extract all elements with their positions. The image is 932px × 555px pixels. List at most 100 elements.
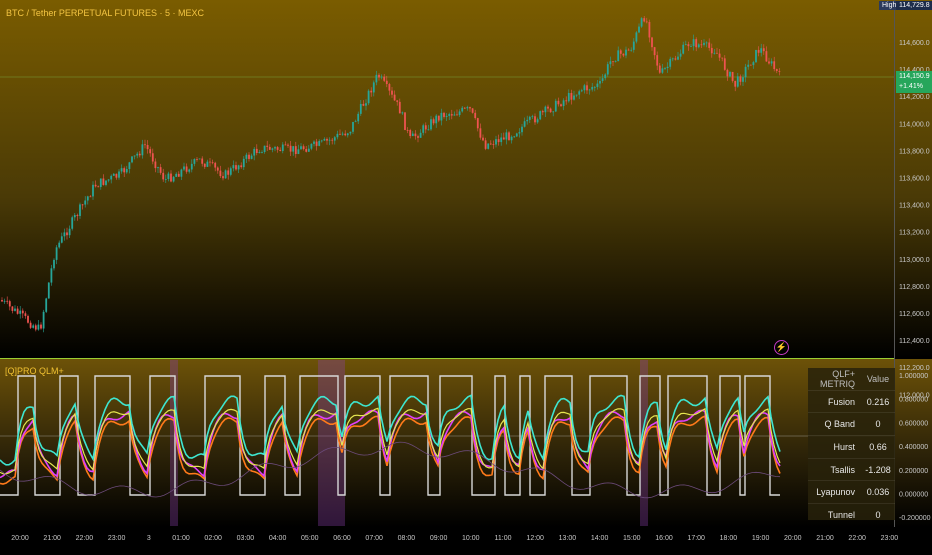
price-tick: 113,400.0: [899, 203, 930, 210]
candle-body: [643, 18, 646, 22]
candle-body: [284, 144, 287, 146]
candle-body: [588, 89, 591, 91]
chart-stage[interactable]: 114,600.0114,400.0114,200.0114,000.0113,…: [0, 0, 932, 550]
candle-body: [172, 176, 175, 182]
time-tick: 05:00: [301, 535, 319, 542]
indicator-tick: -0.200000: [899, 515, 931, 522]
metric-value: 0.66: [869, 441, 887, 452]
candle-body: [645, 21, 648, 23]
candle-body: [34, 325, 37, 330]
candle-body: [536, 119, 539, 123]
candle-body: [201, 158, 204, 164]
indicator-label[interactable]: [Q]PRO QLM+: [5, 366, 64, 376]
candle-body: [466, 107, 469, 109]
candle-body: [302, 146, 305, 150]
candle-body: [326, 138, 328, 141]
candle-body: [575, 94, 578, 96]
candle-body: [393, 94, 396, 101]
time-tick: 20:00: [11, 535, 29, 542]
candle-body: [110, 175, 113, 180]
metrics-table: QLF+ METRIQ Value Fusion 0.216 Q Band 0 Hu…: [808, 368, 895, 520]
high-value: 114,729.8: [896, 1, 932, 10]
candle-body: [11, 306, 14, 311]
candle-body: [115, 173, 118, 178]
candle-body: [710, 47, 713, 54]
candle-body: [391, 90, 393, 95]
candle-body: [437, 115, 440, 121]
candle-body: [526, 119, 529, 122]
time-tick: 15:00: [623, 535, 641, 542]
candle-body: [162, 172, 165, 180]
candle-body: [177, 173, 180, 177]
candle-body: [372, 82, 375, 93]
candle-body: [313, 141, 315, 144]
candle-body: [341, 133, 344, 135]
candle-body: [703, 42, 705, 45]
candle-body: [224, 170, 227, 179]
candle-body: [440, 112, 443, 121]
candle-body: [445, 115, 448, 117]
candle-body: [227, 170, 230, 175]
candle-body: [474, 112, 477, 119]
candle-body: [508, 132, 510, 141]
time-tick: 13:00: [559, 535, 577, 542]
candle-body: [131, 156, 133, 163]
candle-body: [497, 139, 500, 143]
candle-body: [8, 301, 11, 307]
candle-body: [664, 68, 666, 69]
candle-body: [510, 136, 513, 141]
candle-body: [81, 204, 84, 206]
candle-body: [723, 58, 726, 70]
candle-body: [16, 308, 19, 314]
candle-body: [456, 114, 458, 116]
candle-body: [242, 158, 245, 168]
candle-body: [731, 71, 734, 81]
candle-body: [619, 50, 622, 54]
candle-body: [755, 49, 757, 63]
candle-body: [549, 108, 552, 113]
candle-body: [544, 106, 547, 113]
candle-body: [534, 116, 536, 123]
candle-body: [432, 119, 435, 124]
candle-body: [742, 77, 744, 82]
candle-body: [612, 61, 614, 63]
metrics-row: Tunnel 0: [808, 504, 895, 526]
candle-body: [149, 149, 152, 154]
candle-body: [513, 136, 516, 138]
candle-body: [255, 148, 258, 154]
candle-body: [133, 155, 136, 157]
candle-body: [170, 173, 172, 182]
indicator-tick: 0.000000: [899, 492, 928, 499]
candle-body: [404, 112, 406, 130]
chart-title[interactable]: BTC / Tether PERPETUAL FUTURES · 5 · MEX…: [6, 8, 204, 18]
candle-body: [344, 133, 347, 136]
price-tick: 113,600.0: [899, 176, 930, 183]
metric-label: Q Band: [824, 419, 855, 430]
candle-body: [274, 147, 276, 149]
candle-body: [604, 74, 607, 79]
time-tick: 02:00: [204, 535, 222, 542]
candle-body: [744, 66, 747, 78]
chart-canvas[interactable]: 114,600.0114,400.0114,200.0114,000.0113,…: [0, 0, 932, 550]
candle-body: [266, 145, 269, 147]
candle-body: [718, 53, 721, 58]
candle-body: [193, 159, 196, 164]
candle-body: [638, 26, 640, 33]
candle-body: [539, 111, 542, 120]
candle-body: [430, 119, 432, 130]
candle-body: [775, 69, 778, 72]
candle-body: [752, 62, 755, 66]
candle-body: [27, 315, 29, 323]
candle-body: [68, 228, 71, 236]
candle-body: [219, 170, 222, 177]
candle-body: [307, 148, 310, 152]
candle-body: [679, 53, 682, 57]
time-tick: 10:00: [462, 535, 480, 542]
metric-label: Tsallis: [830, 464, 855, 475]
candle-body: [419, 132, 422, 138]
candle-body: [47, 282, 50, 299]
time-tick: 22:00: [848, 535, 866, 542]
time-tick: 06:00: [333, 535, 351, 542]
candle-body: [19, 310, 22, 314]
lightning-icon[interactable]: ⚡: [774, 340, 789, 355]
